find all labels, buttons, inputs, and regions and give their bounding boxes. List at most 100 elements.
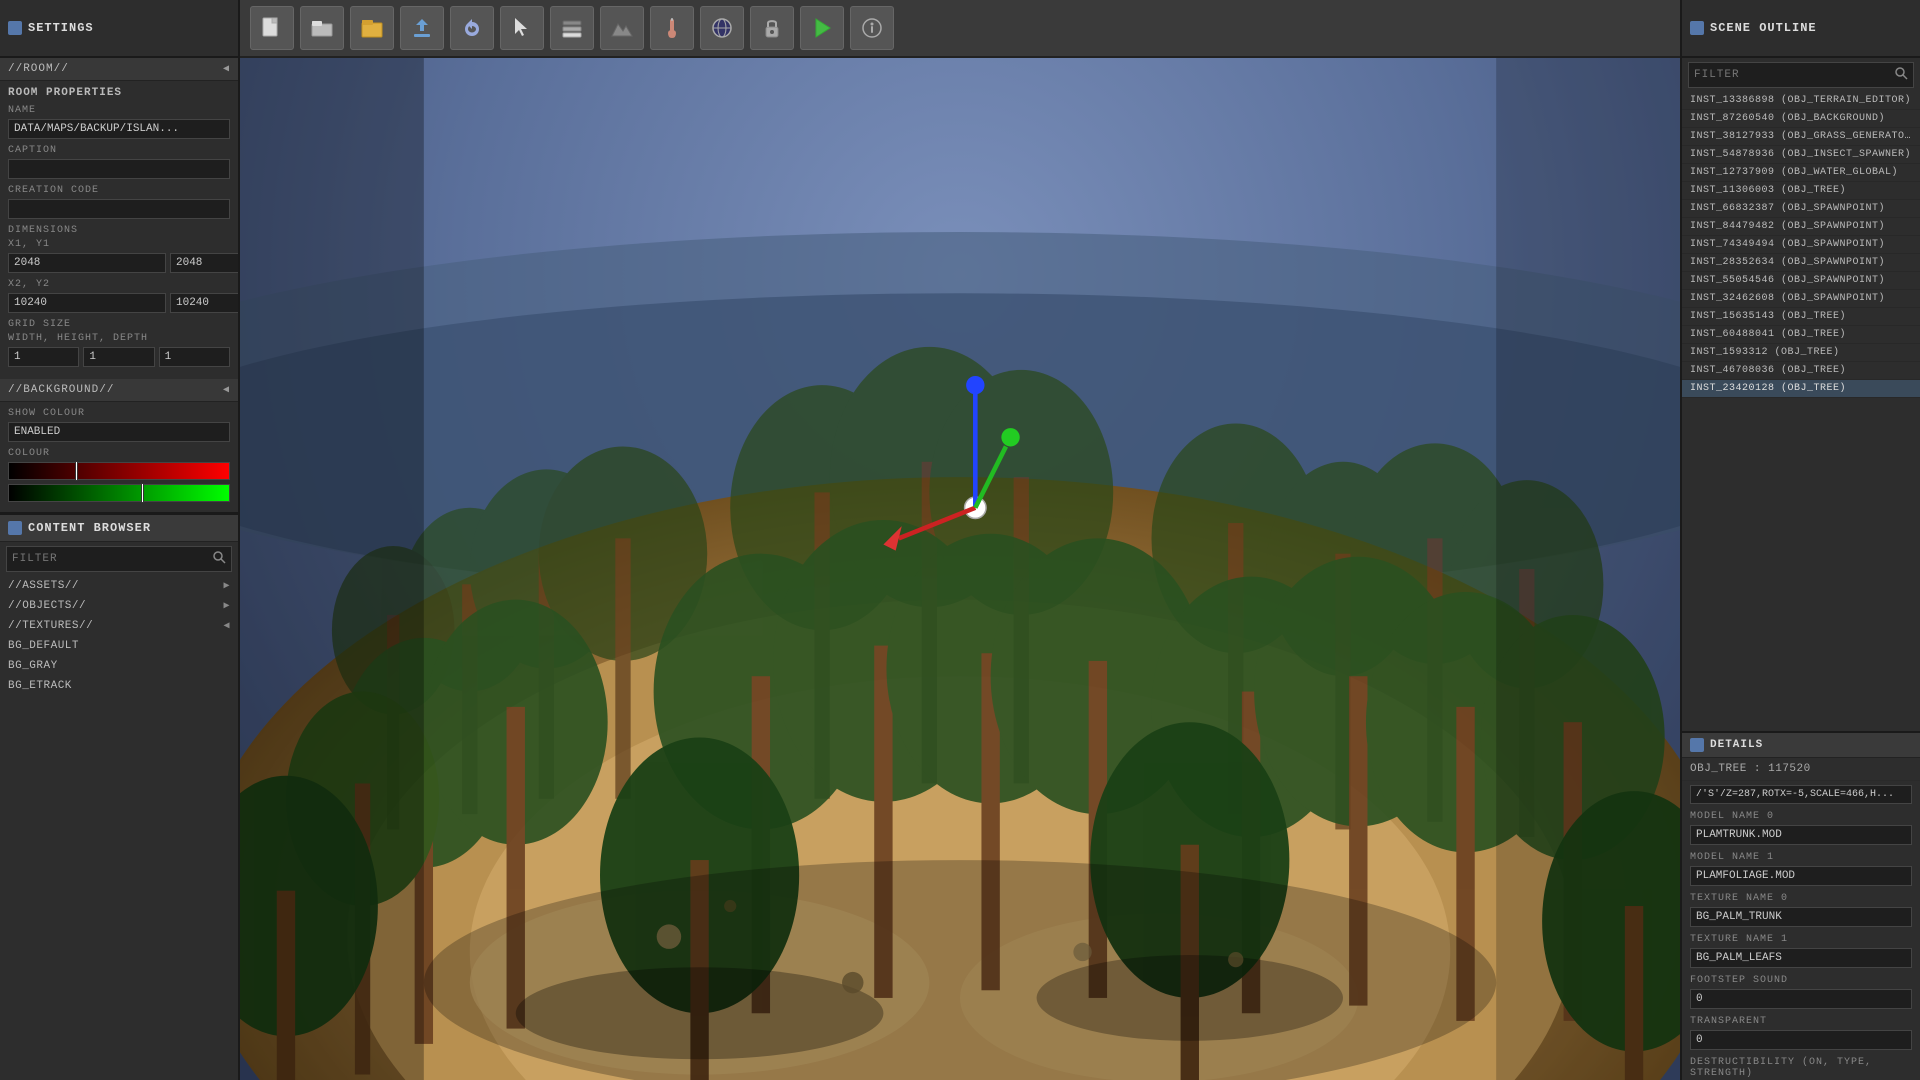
red-slider-thumb [75, 461, 78, 481]
texture-name-1-input[interactable] [1690, 948, 1912, 968]
green-slider-thumb [141, 483, 144, 503]
tool-play[interactable] [800, 6, 844, 50]
tool-globe[interactable] [700, 6, 744, 50]
model-name-0-input[interactable] [1690, 825, 1912, 845]
cb-icon [8, 521, 22, 535]
destructibility-label: DESTRUCTIBILITY (ON, TYPE, STRENGTH) [1682, 1054, 1920, 1080]
whd-label: WIDTH, HEIGHT, DEPTH [8, 333, 230, 344]
outline-item-background[interactable]: INST_87260540 (OBJ_BACKGROUND) [1682, 110, 1920, 128]
outline-item-tree6[interactable]: INST_23420128 (OBJ_TREE) [1682, 380, 1920, 398]
outline-filter-input[interactable] [1689, 66, 1889, 84]
x2-input[interactable] [8, 293, 166, 313]
tool-info[interactable] [850, 6, 894, 50]
outline-item-tree1[interactable]: INST_11306003 (OBJ_TREE) [1682, 182, 1920, 200]
texture-name-0-input[interactable] [1690, 907, 1912, 927]
texture-name-0-label: TEXTURE NAME 0 [1682, 890, 1920, 905]
content-browser-header: CONTENT BROWSER [0, 513, 238, 542]
toolbar [240, 0, 1680, 58]
content-browser-title: CONTENT BROWSER [28, 521, 151, 535]
caption-input[interactable] [8, 159, 230, 179]
outline-search-icon [1889, 63, 1913, 87]
outline-item-tree5[interactable]: INST_46708036 (OBJ_TREE) [1682, 362, 1920, 380]
cb-item-bg-etrack[interactable]: BG_ETRACK [0, 676, 238, 696]
outline-item-spawn6[interactable]: INST_32462608 (OBJ_SPAWNPOINT) [1682, 290, 1920, 308]
settings-panel-header: SETTINGS [0, 0, 240, 56]
details-icon [1690, 738, 1704, 752]
model-name-1-label: MODEL NAME 1 [1682, 849, 1920, 864]
viewport[interactable] [240, 58, 1680, 1080]
x1-input[interactable] [8, 253, 166, 273]
height-input[interactable] [83, 347, 154, 367]
tool-open[interactable] [300, 6, 344, 50]
y1-input[interactable] [170, 253, 240, 273]
outline-item-tree3[interactable]: INST_60488041 (OBJ_TREE) [1682, 326, 1920, 344]
tool-paint[interactable] [650, 6, 694, 50]
cb-item-objects[interactable]: //OBJECTS// ▶ [0, 596, 238, 616]
outline-item-spawn2[interactable]: INST_84479482 (OBJ_SPAWNPOINT) [1682, 218, 1920, 236]
outline-item-tree4[interactable]: INST_1593312 (OBJ_TREE) [1682, 344, 1920, 362]
outline-item-insect[interactable]: INST_54878936 (OBJ_INSECT_SPAWNER) [1682, 146, 1920, 164]
transparent-input[interactable] [1690, 1030, 1912, 1050]
width-input[interactable] [8, 347, 79, 367]
tool-import[interactable] [400, 6, 444, 50]
background-section-label: //BACKGROUND// [8, 384, 114, 396]
model-name-1-input[interactable] [1690, 866, 1912, 886]
cb-assets-label: //ASSETS// [8, 580, 79, 592]
tool-save[interactable] [350, 6, 394, 50]
cb-item-assets[interactable]: //ASSETS// ▶ [0, 576, 238, 596]
room-section-header[interactable]: //ROOM// ◀ [0, 58, 238, 81]
texture-name-1-label: TEXTURE NAME 1 [1682, 931, 1920, 946]
show-colour-input[interactable] [8, 422, 230, 442]
footstep-sound-label: FOOTSTEP SOUND [1682, 972, 1920, 987]
outline-item-spawn3[interactable]: INST_74349494 (OBJ_SPAWNPOINT) [1682, 236, 1920, 254]
cb-bg-default-label: BG_DEFAULT [8, 640, 79, 652]
red-colour-bar[interactable] [8, 462, 230, 480]
details-code-input[interactable] [1690, 785, 1912, 804]
background-section-header[interactable]: //BACKGROUND// ◀ [0, 379, 238, 402]
tool-select[interactable] [500, 6, 544, 50]
tool-layers[interactable] [550, 6, 594, 50]
footstep-sound-input[interactable] [1690, 989, 1912, 1009]
caption-label: CAPTION [8, 145, 230, 156]
y2-input[interactable] [170, 293, 240, 313]
tool-lock[interactable] [750, 6, 794, 50]
outline-item-terrain[interactable]: INST_13386898 (OBJ_TERRAIN_EDITOR) [1682, 92, 1920, 110]
scene-icon [1690, 21, 1704, 35]
name-label: NAME [8, 105, 230, 116]
tool-undo[interactable] [450, 6, 494, 50]
scene-outline-panel-header: SCENE OUTLINE [1680, 0, 1920, 56]
cb-filter-bar [6, 546, 232, 572]
cb-item-textures[interactable]: //TEXTURES// ◀ [0, 616, 238, 636]
details-panel: DETAILS OBJ_TREE : 117520 MODEL NAME 0 M… [1682, 731, 1920, 1080]
outline-item-grass[interactable]: INST_38127933 (OBJ_GRASS_GENERATOR) [1682, 128, 1920, 146]
model-name-0-label: MODEL NAME 0 [1682, 808, 1920, 823]
cb-item-bg-gray[interactable]: BG_GRAY [0, 656, 238, 676]
tool-terrain[interactable] [600, 6, 644, 50]
dimensions-label: DIMENSIONS [8, 225, 230, 236]
outline-filter-bar [1688, 62, 1914, 88]
outline-item-spawn1[interactable]: INST_66832387 (OBJ_SPAWNPOINT) [1682, 200, 1920, 218]
outline-item-spawn4[interactable]: INST_28352634 (OBJ_SPAWNPOINT) [1682, 254, 1920, 272]
details-header: DETAILS [1682, 733, 1920, 758]
outline-item-spawn5[interactable]: INST_55054546 (OBJ_SPAWNPOINT) [1682, 272, 1920, 290]
transparent-label: TRANSPARENT [1682, 1013, 1920, 1028]
details-title: DETAILS [1710, 739, 1763, 751]
x1y1-label: X1, Y1 [8, 239, 230, 250]
creation-code-input[interactable] [8, 199, 230, 219]
cb-textures-label: //TEXTURES// [8, 620, 93, 632]
creation-code-label: CREATION CODE [8, 185, 230, 196]
outline-item-tree2[interactable]: INST_15635143 (OBJ_TREE) [1682, 308, 1920, 326]
green-colour-bar[interactable] [8, 484, 230, 502]
cb-filter-input[interactable] [7, 550, 207, 568]
settings-icon [8, 21, 22, 35]
background-section-arrow: ◀ [223, 384, 230, 396]
room-section-arrow: ◀ [223, 63, 230, 75]
name-input[interactable] [8, 119, 230, 139]
depth-input[interactable] [159, 347, 230, 367]
room-properties-label: ROOM PROPERTIES [8, 87, 230, 99]
cb-assets-arrow: ▶ [223, 580, 230, 592]
cb-bg-gray-label: BG_GRAY [8, 660, 58, 672]
cb-item-bg-default[interactable]: BG_DEFAULT [0, 636, 238, 656]
outline-item-water[interactable]: INST_12737909 (OBJ_WATER_GLOBAL) [1682, 164, 1920, 182]
tool-new[interactable] [250, 6, 294, 50]
